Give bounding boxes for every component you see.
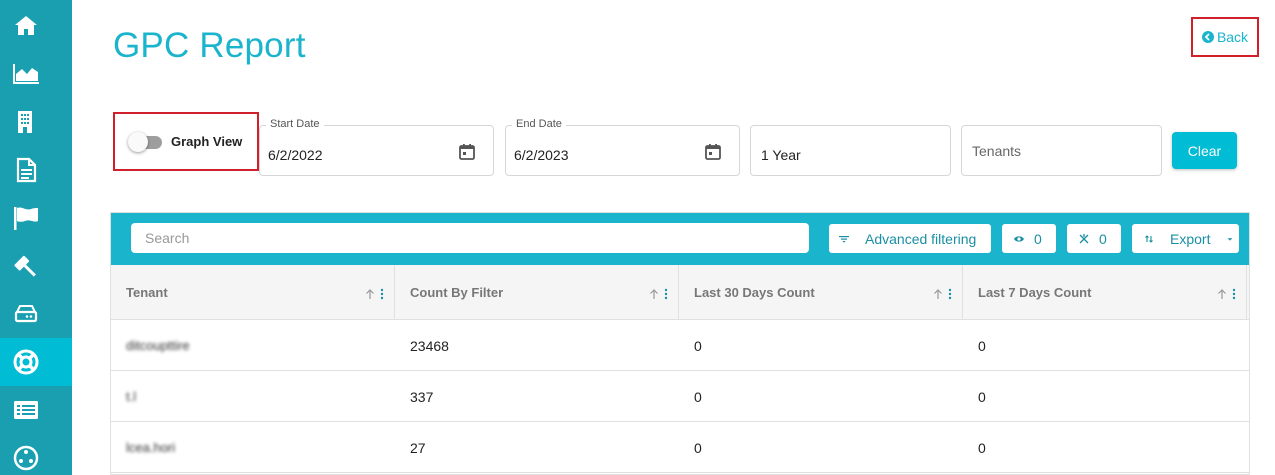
calendar-icon[interactable]	[458, 143, 476, 161]
back-button-label: Back	[1216, 29, 1249, 45]
toggle-knob	[128, 131, 148, 152]
sidebar-item-analytics[interactable]	[0, 50, 72, 98]
filter-icon	[839, 235, 849, 242]
advanced-filtering-label: Advanced filtering	[865, 230, 977, 247]
cell-last-30: 0	[694, 439, 702, 456]
list-icon	[14, 401, 38, 419]
back-button[interactable]: Back	[1191, 17, 1259, 57]
sort-arrow-up-icon[interactable]	[364, 288, 376, 300]
sort-arrow-up-icon[interactable]	[648, 288, 660, 300]
calendar-icon[interactable]	[704, 143, 722, 161]
sidebar-item-lists[interactable]	[0, 386, 72, 434]
column-header-label: Tenant	[126, 285, 168, 300]
cell-last-30: 0	[694, 388, 702, 405]
data-grid: Search Advanced filtering 0 0 Export Ten…	[110, 212, 1250, 475]
area-chart-icon	[13, 64, 39, 84]
grid-header: Tenant Count By Filter Last 30 Days Coun…	[111, 265, 1249, 320]
document-icon	[16, 157, 37, 183]
sidebar	[0, 0, 72, 475]
table-row[interactable]: t.l 337 0 0	[111, 371, 1249, 422]
cell-last-30: 0	[694, 337, 702, 354]
sidebar-item-buildings[interactable]	[0, 98, 72, 146]
table-row[interactable]: ditcoupttire 23468 0 0	[111, 320, 1249, 371]
visible-columns-button[interactable]: 0	[1002, 224, 1056, 253]
period-select[interactable]: 1 Year	[750, 125, 951, 176]
building-icon	[18, 111, 32, 133]
cell-last-7: 0	[978, 337, 986, 354]
column-header-last-30-days[interactable]: Last 30 Days Count	[679, 265, 963, 320]
flag-icon	[14, 207, 38, 230]
sidebar-item-storage[interactable]	[0, 290, 72, 338]
cell-tenant: ditcoupttire	[126, 338, 190, 353]
column-header-count-by-filter[interactable]: Count By Filter	[395, 265, 679, 320]
graph-view-toggle-group: Graph View	[113, 112, 259, 171]
sort-arrow-up-icon[interactable]	[1216, 288, 1228, 300]
home-icon	[15, 16, 37, 35]
start-date-value: 6/2/2022	[268, 147, 323, 163]
tenants-select[interactable]: Tenants	[961, 125, 1162, 176]
search-input[interactable]: Search	[131, 223, 809, 253]
grid-toolbar: Search Advanced filtering 0 0 Export	[111, 213, 1249, 265]
visible-columns-count: 0	[1034, 230, 1042, 247]
graph-view-toggle[interactable]	[128, 131, 162, 152]
lifebuoy-icon	[13, 349, 39, 375]
column-header-label: Last 30 Days Count	[694, 285, 815, 300]
start-date-field[interactable]: Start Date 6/2/2022	[259, 118, 494, 176]
sidebar-item-documents[interactable]	[0, 146, 72, 194]
page-title: GPC Report	[113, 26, 306, 65]
drive-icon	[14, 305, 38, 323]
network-icon	[13, 445, 39, 471]
eye-icon	[1014, 235, 1024, 242]
export-button[interactable]: Export	[1132, 224, 1239, 253]
sidebar-item-home[interactable]	[0, 2, 72, 50]
cell-last-7: 0	[978, 388, 986, 405]
sort-arrow-up-icon[interactable]	[932, 288, 944, 300]
gavel-icon	[14, 255, 36, 277]
cell-count-by-filter: 27	[410, 439, 426, 456]
column-header-last-7-days[interactable]: Last 7 Days Count	[963, 265, 1247, 320]
sidebar-item-support[interactable]	[0, 338, 72, 386]
cell-tenant: t.l	[126, 389, 137, 404]
graph-view-label: Graph View	[171, 134, 243, 149]
column-menu-icon[interactable]	[664, 288, 668, 300]
cell-tenant: lcea.hori	[126, 440, 176, 455]
column-menu-icon[interactable]	[1232, 288, 1236, 300]
end-date-value: 6/2/2023	[514, 147, 569, 163]
export-label: Export	[1170, 230, 1211, 247]
start-date-label: Start Date	[266, 118, 324, 130]
column-header-label: Last 7 Days Count	[978, 285, 1092, 300]
sidebar-item-legal[interactable]	[0, 242, 72, 290]
export-icon	[1145, 234, 1153, 243]
column-header-label: Count By Filter	[410, 285, 504, 300]
column-menu-icon[interactable]	[380, 288, 384, 300]
chevron-left-circle-icon	[1201, 31, 1214, 43]
end-date-label: End Date	[512, 118, 566, 130]
sidebar-item-flags[interactable]	[0, 194, 72, 242]
hidden-columns-button[interactable]: 0	[1067, 224, 1121, 253]
cell-count-by-filter: 23468	[410, 337, 449, 354]
cell-last-7: 0	[978, 439, 986, 456]
tenants-placeholder: Tenants	[972, 143, 1022, 159]
eye-off-icon	[1079, 233, 1089, 243]
caret-down-icon	[1228, 237, 1233, 241]
clear-button[interactable]: Clear	[1172, 132, 1237, 169]
app-root: GPC Report Back Graph View Start Date 6/…	[0, 0, 1275, 475]
hidden-columns-count: 0	[1099, 230, 1107, 247]
column-header-tenant[interactable]: Tenant	[111, 265, 395, 320]
column-menu-icon[interactable]	[948, 288, 952, 300]
table-row[interactable]: lcea.hori 27 0 0	[111, 422, 1249, 473]
sidebar-item-network[interactable]	[0, 434, 72, 475]
period-value: 1 Year	[761, 147, 801, 163]
advanced-filtering-button[interactable]: Advanced filtering	[829, 224, 991, 253]
cell-count-by-filter: 337	[410, 388, 434, 405]
end-date-field[interactable]: End Date 6/2/2023	[505, 118, 740, 176]
